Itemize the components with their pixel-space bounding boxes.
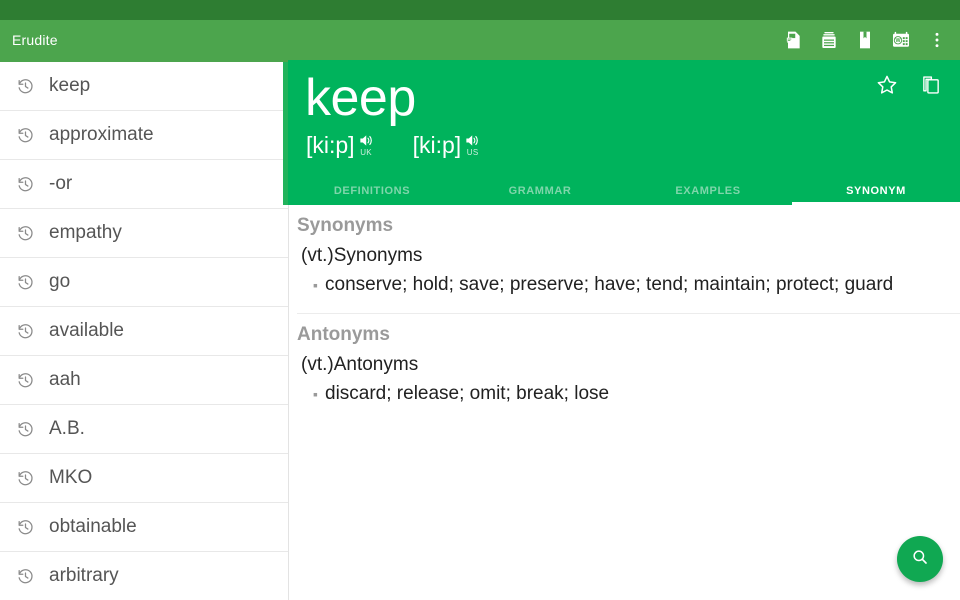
sidebar-item-label: aah: [49, 369, 81, 391]
sidebar-item-label: empathy: [49, 222, 122, 244]
app-title: Erudite: [12, 32, 58, 48]
bookmark-icon[interactable]: [848, 22, 882, 58]
sidebar-item-approximate[interactable]: approximate: [0, 111, 288, 160]
copy-icon[interactable]: [916, 70, 946, 100]
pronunciation-ipa: [ki:p]: [413, 132, 462, 158]
sidebar-item-label: available: [49, 320, 124, 342]
speaker-icon[interactable]: UK: [358, 133, 375, 157]
tab-grammar[interactable]: GRAMMAR: [456, 176, 624, 205]
app-bar: Erudite: [0, 20, 960, 60]
history-icon: [14, 467, 36, 489]
tab-definitions[interactable]: DEFINITIONS: [288, 176, 456, 205]
favorite-star-icon[interactable]: [872, 70, 902, 100]
speaker-icon[interactable]: US: [464, 133, 481, 157]
content-panel: Synonyms (vt.)Synonyms ▪ conserve; hold;…: [288, 205, 960, 600]
sense-heading: (vt.)Synonyms: [297, 241, 960, 269]
sidebar-item-or[interactable]: -or: [0, 160, 288, 209]
bullet-dot-icon: ▪: [313, 271, 325, 299]
bullet-dot-icon: ▪: [313, 380, 325, 408]
sidebar-item-ab[interactable]: A.B.: [0, 405, 288, 454]
sidebar-item-label: keep: [49, 75, 90, 97]
sense-heading-label: Synonyms: [334, 245, 423, 266]
search-icon: [910, 547, 930, 572]
sidebar-item-arbitrary[interactable]: arbitrary: [0, 552, 288, 600]
sidebar-item-label: arbitrary: [49, 565, 119, 587]
pronunciation-list: [ki:p] UK [ki:p]: [306, 132, 481, 158]
history-list: keep approximate -or empathy: [0, 62, 288, 600]
section-title-synonyms: Synonyms: [289, 205, 960, 241]
word-of-the-day-icon[interactable]: W: [884, 22, 918, 58]
synonyms-section: Synonyms (vt.)Synonyms ▪ conserve; hold;…: [289, 205, 960, 309]
word-header-actions: [872, 70, 946, 100]
pronunciation-ipa: [ki:p]: [306, 132, 355, 158]
antonyms-section: Antonyms (vt.)Antonyms ▪ discard; releas…: [289, 314, 960, 418]
history-icon: [14, 369, 36, 391]
antonyms-bullet: ▪ discard; release; omit; break; lose: [297, 378, 960, 408]
pronunciation-us[interactable]: [ki:p] US: [413, 132, 482, 158]
overflow-menu-icon[interactable]: [920, 22, 954, 58]
history-icon: [14, 173, 36, 195]
sidebar-item-label: MKO: [49, 467, 92, 489]
sidebar-item-label: -or: [49, 173, 72, 195]
sense-heading: (vt.)Antonyms: [297, 350, 960, 378]
history-icon: [14, 222, 36, 244]
sense-block-antonyms: (vt.)Antonyms ▪ discard; release; omit; …: [289, 350, 960, 418]
app-bar-actions: W: [776, 22, 960, 58]
cards-icon[interactable]: [812, 22, 846, 58]
app-root: Erudite: [0, 0, 960, 600]
sidebar-item-label: A.B.: [49, 418, 85, 440]
section-title-antonyms: Antonyms: [289, 314, 960, 350]
sense-block-synonyms: (vt.)Synonyms ▪ conserve; hold; save; pr…: [289, 241, 960, 309]
part-of-speech: (vt.): [301, 245, 334, 266]
history-icon: [14, 418, 36, 440]
sense-heading-label: Antonyms: [334, 354, 418, 375]
history-icon: [14, 320, 36, 342]
page-title: keep: [305, 64, 416, 132]
part-of-speech: (vt.): [301, 354, 334, 375]
sidebar-item-empathy[interactable]: empathy: [0, 209, 288, 258]
synonyms-list: conserve; hold; save; preserve; have; te…: [325, 271, 893, 299]
sidebar-item-aah[interactable]: aah: [0, 356, 288, 405]
history-icon: [14, 516, 36, 538]
sidebar-item-obtainable[interactable]: obtainable: [0, 503, 288, 552]
search-fab[interactable]: [897, 536, 943, 582]
synonyms-bullet: ▪ conserve; hold; save; preserve; have; …: [297, 269, 960, 299]
history-icon: [14, 271, 36, 293]
notes-icon[interactable]: [776, 22, 810, 58]
status-bar: [0, 0, 960, 20]
sidebar-item-label: go: [49, 271, 70, 293]
history-icon: [14, 565, 36, 587]
sidebar-item-go[interactable]: go: [0, 258, 288, 307]
antonyms-list: discard; release; omit; break; lose: [325, 380, 609, 408]
sidebar-item-keep[interactable]: keep: [0, 62, 288, 111]
sidebar-item-mko[interactable]: MKO: [0, 454, 288, 503]
tab-synonym[interactable]: SYNONYM: [792, 176, 960, 205]
pronunciation-lang: US: [467, 149, 479, 157]
sidebar-item-label: approximate: [49, 124, 154, 146]
pronunciation-lang: UK: [360, 149, 372, 157]
sidebar-item-available[interactable]: available: [0, 307, 288, 356]
history-sidebar: keep approximate -or empathy: [0, 60, 288, 600]
history-icon: [14, 75, 36, 97]
tab-examples[interactable]: EXAMPLES: [624, 176, 792, 205]
sidebar-item-label: obtainable: [49, 516, 137, 538]
tab-bar: DEFINITIONS GRAMMAR EXAMPLES SYNONYM: [288, 176, 960, 205]
pronunciation-uk[interactable]: [ki:p] UK: [306, 132, 375, 158]
history-icon: [14, 124, 36, 146]
